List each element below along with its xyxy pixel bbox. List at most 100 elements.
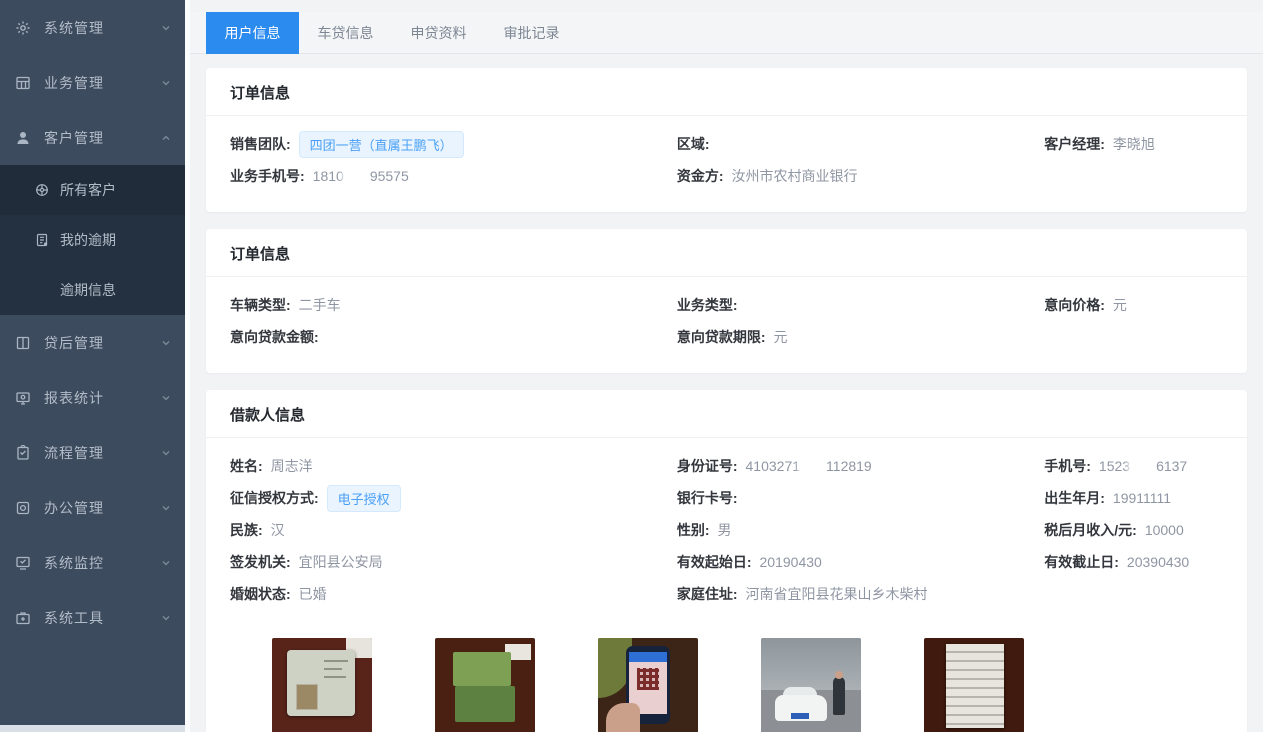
- field-business-type: 业务类型:: [677, 289, 1044, 321]
- field-label: 家庭住址:: [677, 584, 738, 604]
- borrower-info-card: 借款人信息 姓名: 周志洋 身份证号: 4103271112819 手机号: 1…: [206, 390, 1247, 732]
- grid-icon: [14, 74, 32, 92]
- photo-credit-screenshot[interactable]: 征信截图: [598, 638, 698, 732]
- field-label: 意向价格:: [1044, 295, 1105, 315]
- redaction-patch: [800, 458, 826, 473]
- main-panel: 订单信息 销售团队: 四团一营（直属王鹏飞） 区域: 客户经理: 李晓旭: [190, 54, 1263, 732]
- tab-car-loan-info[interactable]: 车贷信息: [299, 12, 392, 54]
- field-valid-from: 有效起始日: 20190430: [677, 546, 1044, 578]
- photo-person-with-car[interactable]: 合影: [761, 638, 861, 732]
- field-value: 李晓旭: [1113, 134, 1155, 154]
- field-ethnicity: 民族: 汉: [230, 514, 677, 546]
- sidebar-item-my-overdue[interactable]: 我的逾期: [0, 215, 185, 265]
- field-value: 元: [774, 327, 788, 347]
- sidebar-item-system-management[interactable]: 系统管理: [0, 0, 185, 55]
- chevron-down-icon: [161, 335, 171, 351]
- credit-screenshot-thumbnail[interactable]: [598, 638, 698, 732]
- field-value: 河南省宜阳县花果山乡木柴村: [746, 584, 928, 604]
- chevron-down-icon: [161, 500, 171, 516]
- vehicle-order-card: 订单信息 车辆类型: 二手车 业务类型: 意向价格: 元: [206, 229, 1247, 373]
- sidebar-item-label: 办公管理: [44, 498, 161, 518]
- field-mobile: 手机号: 15236137: [1044, 450, 1223, 482]
- field-label: 销售团队:: [230, 134, 291, 154]
- archive-icon: [14, 499, 32, 517]
- field-intended-price: 意向价格: 元: [1044, 289, 1223, 321]
- field-label: 银行卡号:: [677, 488, 738, 508]
- sidebar-item-system-tools[interactable]: 系统工具: [0, 590, 185, 645]
- sidebar-item-business-management[interactable]: 业务管理: [0, 55, 185, 110]
- sidebar-item-overdue-info[interactable]: 逾期信息: [0, 265, 185, 315]
- field-intended-loan-term: 意向贷款期限: 元: [677, 321, 1044, 353]
- sidebar-footer-strip: [0, 725, 185, 732]
- card-title: 订单信息: [206, 229, 1247, 277]
- tab-approval-records[interactable]: 审批记录: [485, 12, 578, 54]
- sidebar: 系统管理 业务管理 客户管理 所有客户: [0, 0, 185, 732]
- sales-team-tag[interactable]: 四团一营（直属王鹏飞）: [299, 131, 464, 158]
- chevron-down-icon: [161, 390, 171, 406]
- field-valid-until: 有效截止日: 20390430: [1044, 546, 1223, 578]
- field-marital-status: 婚姻状态: 已婚: [230, 578, 677, 610]
- sidebar-item-all-customers[interactable]: 所有客户: [0, 165, 185, 215]
- sidebar-item-postloan-management[interactable]: 贷后管理: [0, 315, 185, 370]
- wheel-icon: [34, 182, 50, 198]
- field-value: 4103271112819: [746, 458, 872, 474]
- sidebar-item-label: 客户管理: [44, 128, 161, 148]
- field-value: 宜阳县公安局: [299, 552, 383, 572]
- photo-id-card[interactable]: 身份证: [272, 638, 372, 732]
- toolbox-icon: [14, 609, 32, 627]
- field-label: 资金方:: [677, 166, 724, 186]
- field-label: 意向贷款金额:: [230, 327, 319, 347]
- field-value: 15236137: [1099, 458, 1187, 474]
- document-photos: 身份证 驾驶证照片 征信截图: [230, 610, 1223, 732]
- card-title: 借款人信息: [206, 390, 1247, 438]
- detail-tabs: 用户信息 车贷信息 申贷资料 审批记录: [190, 12, 1263, 54]
- book-icon: [14, 334, 32, 352]
- field-label: 征信授权方式:: [230, 488, 319, 508]
- tab-user-info[interactable]: 用户信息: [206, 12, 299, 54]
- chevron-down-icon: [161, 555, 171, 571]
- monitor-icon: [14, 389, 32, 407]
- field-home-address: 家庭住址: 河南省宜阳县花果山乡木柴村: [677, 578, 1044, 610]
- sidebar-item-report-statistics[interactable]: 报表统计: [0, 370, 185, 425]
- field-label: 出生年月:: [1044, 488, 1105, 508]
- sidebar-item-label: 所有客户: [60, 180, 116, 200]
- field-issuing-authority: 签发机关: 宜阳县公安局: [230, 546, 677, 578]
- paper-document-thumbnail[interactable]: [924, 638, 1024, 732]
- license-photo-thumbnail[interactable]: [435, 638, 535, 732]
- field-label: 意向贷款期限:: [677, 327, 766, 347]
- field-label: 姓名:: [230, 456, 263, 476]
- sidebar-item-label: 贷后管理: [44, 333, 161, 353]
- field-birth-date: 出生年月: 19911111: [1044, 482, 1223, 514]
- customer-management-submenu: 所有客户 我的逾期 逾期信息: [0, 165, 185, 315]
- sidebar-item-process-management[interactable]: 流程管理: [0, 425, 185, 480]
- photo-paper-document[interactable]: 村委证明: [924, 638, 1024, 732]
- field-account-manager: 客户经理: 李晓旭: [1044, 128, 1223, 160]
- field-value: 19911111: [1113, 490, 1171, 506]
- field-value: 10000: [1145, 522, 1184, 538]
- field-label: 税后月收入/元:: [1044, 520, 1137, 540]
- field-value: 汝州市农村商业银行: [732, 166, 858, 186]
- sidebar-item-label: 我的逾期: [60, 230, 116, 250]
- content-area: 用户信息 车贷信息 申贷资料 审批记录 订单信息 销售团队: 四团一营（直属王鹏…: [185, 0, 1263, 732]
- monitor-check-icon: [14, 554, 32, 572]
- photo-license-booklet[interactable]: 驾驶证照片: [435, 638, 535, 732]
- credit-auth-tag[interactable]: 电子授权: [327, 485, 401, 512]
- tab-loan-application-docs[interactable]: 申贷资料: [392, 12, 485, 54]
- field-label: 客户经理:: [1044, 134, 1105, 154]
- field-value: 男: [718, 520, 732, 540]
- field-label: 有效截止日:: [1044, 552, 1119, 572]
- field-label: 手机号:: [1044, 456, 1091, 476]
- field-sales-team: 销售团队: 四团一营（直属王鹏飞）: [230, 128, 677, 160]
- field-vehicle-type: 车辆类型: 二手车: [230, 289, 677, 321]
- id-card-photo-thumbnail[interactable]: [272, 638, 372, 732]
- field-label: 车辆类型:: [230, 295, 291, 315]
- sidebar-item-customer-management[interactable]: 客户管理: [0, 110, 185, 165]
- field-value: 20390430: [1127, 554, 1189, 570]
- sidebar-item-office-management[interactable]: 办公管理: [0, 480, 185, 535]
- sidebar-item-system-monitoring[interactable]: 系统监控: [0, 535, 185, 590]
- field-label: 有效起始日:: [677, 552, 752, 572]
- person-car-photo-thumbnail[interactable]: [761, 638, 861, 732]
- field-region: 区域:: [677, 128, 1044, 160]
- redaction-patch: [344, 168, 370, 183]
- sidebar-item-label: 流程管理: [44, 443, 161, 463]
